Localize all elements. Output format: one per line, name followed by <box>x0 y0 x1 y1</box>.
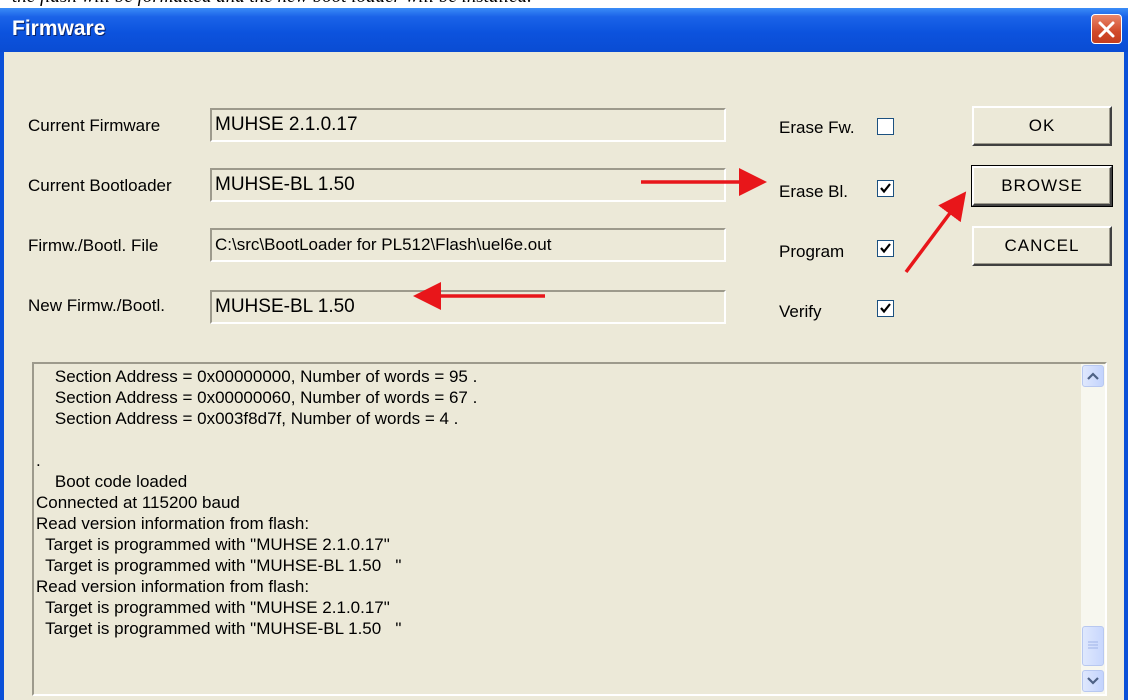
title-bar[interactable]: Firmware <box>0 8 1128 52</box>
firmware-dialog: Firmware Current Firmware Current Bootlo… <box>0 8 1128 700</box>
scroll-down-button[interactable] <box>1082 670 1104 692</box>
check-icon <box>880 303 891 314</box>
log-line: Read version information from flash: <box>36 577 310 596</box>
document-text-fragment: the flash will be formatted and the new … <box>12 0 532 8</box>
log-line: . <box>36 451 41 470</box>
current-bootloader-field[interactable]: MUHSE-BL 1.50 <box>210 168 726 202</box>
log-lines: Section Address = 0x00000000, Number of … <box>36 366 1076 639</box>
erase-bootloader-label: Erase Bl. <box>779 182 848 201</box>
scrollbar-thumb[interactable] <box>1082 626 1104 666</box>
log-line: Section Address = 0x00000000, Number of … <box>36 367 478 386</box>
grip-icon <box>1088 641 1098 649</box>
program-label: Program <box>779 242 845 261</box>
log-line: Target is programmed with "MUHSE-BL 1.50… <box>36 556 402 575</box>
erase-firmware-checkbox[interactable] <box>877 118 894 135</box>
log-line: Read version information from flash: <box>36 514 310 533</box>
erase-bootloader-checkbox[interactable] <box>877 180 894 197</box>
browse-button[interactable]: BROWSE <box>971 165 1113 207</box>
check-icon <box>880 243 891 254</box>
chevron-down-icon <box>1087 677 1099 685</box>
close-button[interactable] <box>1091 14 1122 44</box>
dialog-body: Current Firmware Current Bootloader Firm… <box>4 52 1124 700</box>
firmware-file-label: Firmw./Bootl. File <box>28 236 159 255</box>
log-line: Target is programmed with "MUHSE 2.1.0.1… <box>36 535 390 554</box>
chevron-up-icon <box>1087 372 1099 380</box>
window-title: Firmware <box>12 17 106 40</box>
firmware-file-field[interactable]: C:\src\BootLoader for PL512\Flash\uel6e.… <box>210 228 726 262</box>
log-line: Target is programmed with "MUHSE-BL 1.50… <box>36 619 402 638</box>
current-firmware-label: Current Firmware <box>28 116 161 135</box>
scroll-up-button[interactable] <box>1082 365 1104 387</box>
log-line: Target is programmed with "MUHSE 2.1.0.1… <box>36 598 390 617</box>
verify-checkbox[interactable] <box>877 300 894 317</box>
erase-firmware-label: Erase Fw. <box>779 118 855 137</box>
log-line: Section Address = 0x003f8d7f, Number of … <box>36 409 459 428</box>
verify-label: Verify <box>779 302 822 321</box>
cancel-button[interactable]: CANCEL <box>972 226 1112 266</box>
close-icon <box>1098 21 1115 38</box>
vertical-scrollbar[interactable] <box>1081 364 1105 694</box>
log-line: Connected at 115200 baud <box>36 493 240 512</box>
check-icon <box>880 183 891 194</box>
current-bootloader-label: Current Bootloader <box>28 176 172 195</box>
new-firmware-field[interactable]: MUHSE-BL 1.50 <box>210 290 726 324</box>
log-line: Section Address = 0x00000060, Number of … <box>36 388 478 407</box>
new-firmware-label: New Firmw./Bootl. <box>28 296 165 315</box>
log-line: Boot code loaded <box>36 472 188 491</box>
ok-button[interactable]: OK <box>972 106 1112 146</box>
program-checkbox[interactable] <box>877 240 894 257</box>
log-output[interactable]: Section Address = 0x00000000, Number of … <box>32 362 1107 696</box>
current-firmware-field[interactable]: MUHSE 2.1.0.17 <box>210 108 726 142</box>
